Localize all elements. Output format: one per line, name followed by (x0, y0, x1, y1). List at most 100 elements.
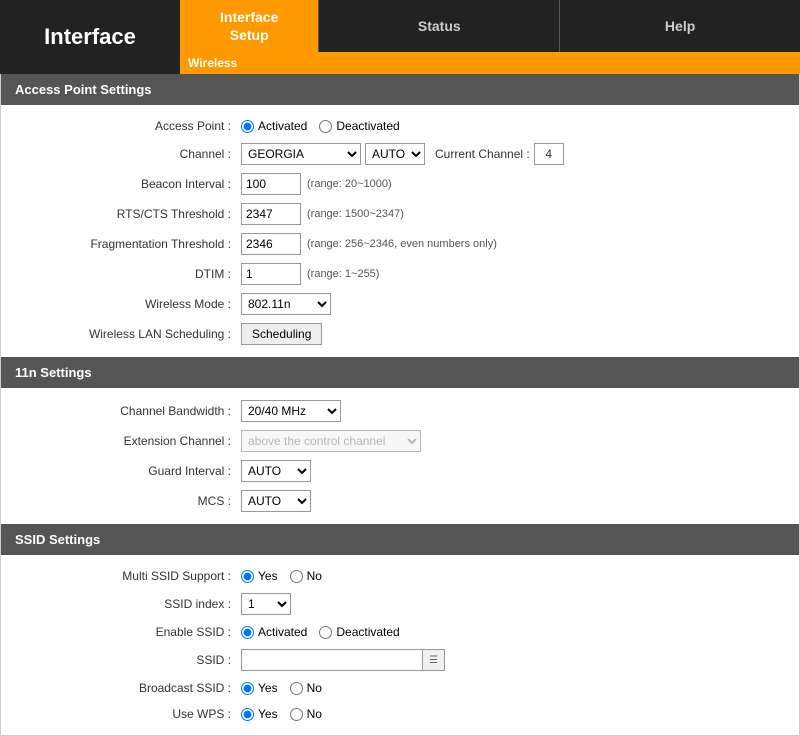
radio-activated[interactable] (241, 120, 254, 133)
form-row-ssid-index: SSID index : 1 2 3 4 (1, 589, 799, 619)
label-use-wps: Use WPS : (21, 707, 241, 721)
header: Interface Interface Setup Status Help Wi… (0, 0, 800, 74)
label-extension-channel: Extension Channel : (21, 434, 241, 448)
main-content: Access Point Settings Access Point : Act… (0, 74, 800, 736)
form-row-beacon-interval: Beacon Interval : (range: 20~1000) (1, 169, 799, 199)
enable-ssid-activated-label[interactable]: Activated (241, 625, 307, 639)
label-frag-threshold: Fragmentation Threshold : (21, 237, 241, 251)
rts-cts-hint: (range: 1500~2347) (307, 208, 404, 220)
radio-deactivated[interactable] (319, 120, 332, 133)
use-wps-no[interactable] (290, 708, 303, 721)
dtim-input[interactable] (241, 263, 301, 285)
section-body-access-point: Access Point : Activated Deactivated C (1, 105, 799, 357)
label-dtim: DTIM : (21, 267, 241, 281)
section-body-11n: Channel Bandwidth : 20/40 MHz 20 MHz 40 … (1, 388, 799, 524)
enable-ssid-deactivated[interactable] (319, 626, 332, 639)
multi-ssid-no-label[interactable]: No (290, 569, 322, 583)
channel-bandwidth-select[interactable]: 20/40 MHz 20 MHz 40 MHz (241, 400, 341, 422)
form-row-rts-cts: RTS/CTS Threshold : (range: 1500~2347) (1, 199, 799, 229)
label-enable-ssid: Enable SSID : (21, 625, 241, 639)
section-access-point: Access Point Settings Access Point : Act… (1, 74, 799, 357)
form-row-guard-interval: Guard Interval : AUTO Long Short (1, 456, 799, 486)
form-row-ssid: SSID : ☰ (1, 645, 799, 675)
form-row-channel: Channel : GEORGIA AUTO Current Channel :… (1, 139, 799, 169)
enable-ssid-deactivated-label[interactable]: Deactivated (319, 625, 399, 639)
form-row-wlan-scheduling: Wireless LAN Scheduling : Scheduling (1, 319, 799, 349)
use-wps-yes[interactable] (241, 708, 254, 721)
section-11n-settings: 11n Settings Channel Bandwidth : 20/40 M… (1, 357, 799, 524)
section-header-ssid: SSID Settings (1, 524, 799, 555)
broadcast-ssid-no-label[interactable]: No (290, 681, 322, 695)
ssid-icon-button[interactable]: ☰ (422, 650, 444, 670)
channel-select[interactable]: GEORGIA (241, 143, 361, 165)
label-mcs: MCS : (21, 494, 241, 508)
control-dtim: (range: 1~255) (241, 263, 379, 285)
broadcast-ssid-no[interactable] (290, 682, 303, 695)
label-broadcast-ssid: Broadcast SSID : (21, 681, 241, 695)
control-beacon-interval: (range: 20~1000) (241, 173, 392, 195)
control-ssid: ☰ (241, 649, 445, 671)
label-ssid: SSID : (21, 653, 241, 667)
broadcast-ssid-yes-label[interactable]: Yes (241, 681, 278, 695)
subtab-wireless[interactable]: Wireless (180, 52, 800, 74)
label-wlan-scheduling: Wireless LAN Scheduling : (21, 327, 241, 341)
label-multi-ssid: Multi SSID Support : (21, 569, 241, 583)
beacon-interval-input[interactable] (241, 173, 301, 195)
current-channel-value: 4 (534, 143, 564, 165)
tab-help[interactable]: Help (559, 0, 800, 52)
multi-ssid-yes[interactable] (241, 570, 254, 583)
section-header-access-point: Access Point Settings (1, 74, 799, 105)
form-row-use-wps: Use WPS : Yes No (1, 701, 799, 727)
form-row-access-point: Access Point : Activated Deactivated (1, 113, 799, 139)
label-rts-cts: RTS/CTS Threshold : (21, 207, 241, 221)
beacon-interval-hint: (range: 20~1000) (307, 178, 392, 190)
radio-activated-label[interactable]: Activated (241, 119, 307, 133)
control-rts-cts: (range: 1500~2347) (241, 203, 404, 225)
ssid-input[interactable] (242, 650, 422, 670)
control-multi-ssid: Yes No (241, 569, 322, 583)
dtim-hint: (range: 1~255) (307, 268, 379, 280)
wireless-mode-select[interactable]: 802.11n 802.11b 802.11g 802.11b/g 802.11… (241, 293, 331, 315)
control-broadcast-ssid: Yes No (241, 681, 322, 695)
control-enable-ssid: Activated Deactivated (241, 625, 400, 639)
frag-threshold-hint: (range: 256~2346, even numbers only) (307, 238, 497, 250)
control-frag-threshold: (range: 256~2346, even numbers only) (241, 233, 497, 255)
control-use-wps: Yes No (241, 707, 322, 721)
form-row-mcs: MCS : AUTO 0 1 2 (1, 486, 799, 516)
multi-ssid-yes-label[interactable]: Yes (241, 569, 278, 583)
frag-threshold-input[interactable] (241, 233, 301, 255)
section-header-11n: 11n Settings (1, 357, 799, 388)
use-wps-no-label[interactable]: No (290, 707, 322, 721)
interface-logo: Interface (0, 0, 180, 74)
label-channel-bandwidth: Channel Bandwidth : (21, 404, 241, 418)
tab-interface-setup[interactable]: Interface Setup (180, 0, 318, 52)
form-row-dtim: DTIM : (range: 1~255) (1, 259, 799, 289)
scheduling-button[interactable]: Scheduling (241, 323, 322, 345)
tab-status[interactable]: Status (318, 0, 559, 52)
multi-ssid-no[interactable] (290, 570, 303, 583)
form-row-enable-ssid: Enable SSID : Activated Deactivated (1, 619, 799, 645)
form-row-channel-bandwidth: Channel Bandwidth : 20/40 MHz 20 MHz 40 … (1, 396, 799, 426)
extension-channel-select[interactable]: above the control channel below the cont… (241, 430, 421, 452)
ssid-input-wrapper: ☰ (241, 649, 445, 671)
control-mcs: AUTO 0 1 2 (241, 490, 311, 512)
radio-deactivated-label[interactable]: Deactivated (319, 119, 399, 133)
rts-cts-input[interactable] (241, 203, 301, 225)
channel-auto-select[interactable]: AUTO (365, 143, 425, 165)
form-row-frag-threshold: Fragmentation Threshold : (range: 256~23… (1, 229, 799, 259)
mcs-select[interactable]: AUTO 0 1 2 (241, 490, 311, 512)
header-tabs: Interface Setup Status Help (180, 0, 800, 52)
section-ssid-settings: SSID Settings Multi SSID Support : Yes N… (1, 524, 799, 735)
label-channel: Channel : (21, 147, 241, 161)
label-guard-interval: Guard Interval : (21, 464, 241, 478)
control-wlan-scheduling: Scheduling (241, 323, 322, 345)
label-access-point: Access Point : (21, 119, 241, 133)
control-guard-interval: AUTO Long Short (241, 460, 311, 482)
ssid-index-select[interactable]: 1 2 3 4 (241, 593, 291, 615)
form-row-broadcast-ssid: Broadcast SSID : Yes No (1, 675, 799, 701)
use-wps-yes-label[interactable]: Yes (241, 707, 278, 721)
broadcast-ssid-yes[interactable] (241, 682, 254, 695)
label-ssid-index: SSID index : (21, 597, 241, 611)
enable-ssid-activated[interactable] (241, 626, 254, 639)
guard-interval-select[interactable]: AUTO Long Short (241, 460, 311, 482)
